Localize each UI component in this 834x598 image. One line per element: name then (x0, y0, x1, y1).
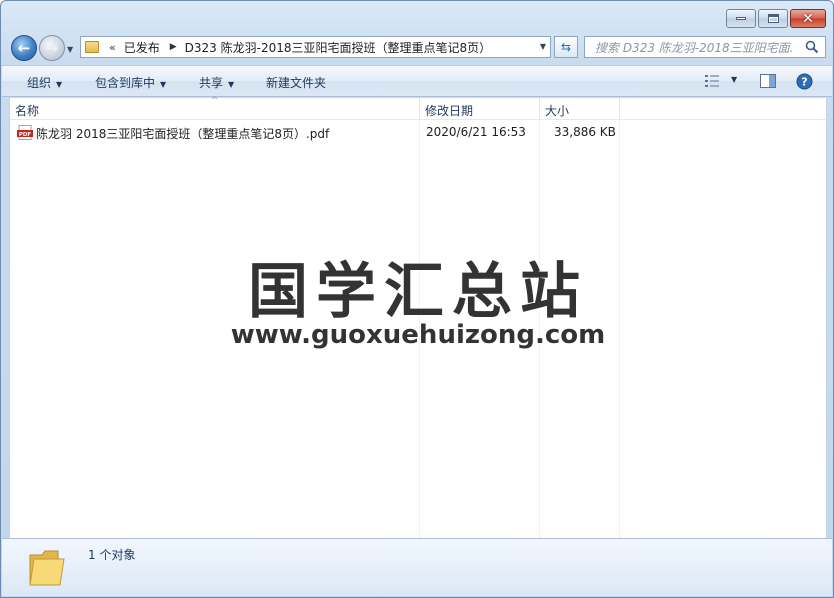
command-bar: 组织 ▼ 包含到库中 ▼ 共享 ▼ 新建文件夹 ▼ ? (2, 65, 832, 97)
share-label: 共享 (199, 76, 224, 90)
include-in-library-menu[interactable]: 包含到库中 ▼ (95, 74, 166, 91)
chevron-down-icon: ▼ (160, 80, 167, 89)
file-list-pane[interactable]: 名称 ^ 修改日期 大小 PDF 陈龙羽 2018三亚阳宅面授班（整理重点笔记8… (9, 96, 827, 538)
column-name-label: 名称 (15, 104, 40, 118)
breadcrumb-published[interactable]: 已发布 (124, 39, 160, 56)
breadcrumb-overflow[interactable]: « (109, 41, 116, 54)
folder-icon (29, 550, 65, 586)
forward-arrow-icon: → (45, 38, 59, 57)
sort-ascending-icon: ^ (211, 96, 219, 106)
maximize-icon (767, 14, 779, 23)
file-modified: 2020/6/21 16:53 (426, 125, 526, 139)
folder-icon (85, 41, 99, 53)
refresh-icon: ⇆ (560, 40, 572, 54)
watermark-url: www.guoxuehuizong.com (230, 320, 606, 350)
organize-label: 组织 (27, 76, 52, 90)
column-size-label: 大小 (545, 104, 570, 118)
search-icon[interactable] (805, 40, 819, 54)
explorer-window: ✕ ← → ▼ « 已发布 ▶ D323 陈龙羽-2018三亚阳宅面授班（整理重… (0, 0, 834, 598)
back-button[interactable]: ← (11, 35, 37, 61)
close-icon: ✕ (802, 10, 814, 27)
column-header-size[interactable]: 大小 (540, 98, 620, 120)
refresh-button[interactable]: ⇆ (554, 36, 578, 58)
minimize-icon (736, 17, 746, 20)
item-count: 1 个对象 (88, 548, 136, 562)
search-input[interactable]: 搜索 D323 陈龙羽-2018三亚阳宅面... (595, 39, 793, 56)
address-dropdown-icon[interactable]: ▼ (540, 42, 546, 51)
view-options-dropdown-icon[interactable]: ▼ (731, 75, 737, 84)
pdf-file-icon: PDF (17, 125, 33, 140)
column-header-modified[interactable]: 修改日期 (420, 98, 540, 120)
recent-pages-dropdown[interactable]: ▼ (67, 45, 73, 54)
column-modified-label: 修改日期 (425, 104, 474, 118)
column-header-name[interactable]: 名称 ^ (10, 96, 420, 120)
forward-button[interactable]: → (39, 35, 65, 61)
details-pane: 1 个对象 (2, 538, 832, 596)
view-options-icon[interactable] (705, 75, 721, 87)
file-name: 陈龙羽 2018三亚阳宅面授班（整理重点笔记8页）.pdf (36, 127, 330, 141)
close-button[interactable]: ✕ (790, 9, 826, 28)
chevron-down-icon: ▼ (56, 80, 63, 89)
file-size: 33,886 KB (554, 125, 616, 139)
maximize-button[interactable] (758, 9, 788, 28)
new-folder-button[interactable]: 新建文件夹 (266, 74, 326, 91)
breadcrumb-separator-icon[interactable]: ▶ (170, 42, 177, 52)
help-icon[interactable]: ? (796, 73, 813, 90)
watermark-title: 国学汇总站 (248, 257, 588, 327)
address-bar[interactable]: « 已发布 ▶ D323 陈龙羽-2018三亚阳宅面授班（整理重点笔记8页） ▼ (80, 36, 551, 58)
breadcrumb-current-folder[interactable]: D323 陈龙羽-2018三亚阳宅面授班（整理重点笔记8页） (185, 39, 491, 56)
file-row[interactable]: PDF 陈龙羽 2018三亚阳宅面授班（整理重点笔记8页）.pdf 2020/6… (14, 123, 619, 143)
search-box[interactable]: 搜索 D323 陈龙羽-2018三亚阳宅面... (584, 36, 826, 58)
svg-text:PDF: PDF (19, 132, 32, 138)
share-menu[interactable]: 共享 ▼ (199, 74, 234, 91)
svg-text:?: ? (801, 76, 807, 89)
chevron-down-icon: ▼ (228, 80, 235, 89)
column-header-row: 名称 ^ 修改日期 大小 (10, 96, 826, 120)
organize-menu[interactable]: 组织 ▼ (27, 74, 62, 91)
include-in-library-label: 包含到库中 (95, 76, 156, 90)
back-arrow-icon: ← (17, 38, 31, 57)
preview-pane-icon[interactable] (760, 74, 776, 88)
caption-buttons: ✕ (726, 9, 826, 28)
minimize-button[interactable] (726, 9, 756, 28)
